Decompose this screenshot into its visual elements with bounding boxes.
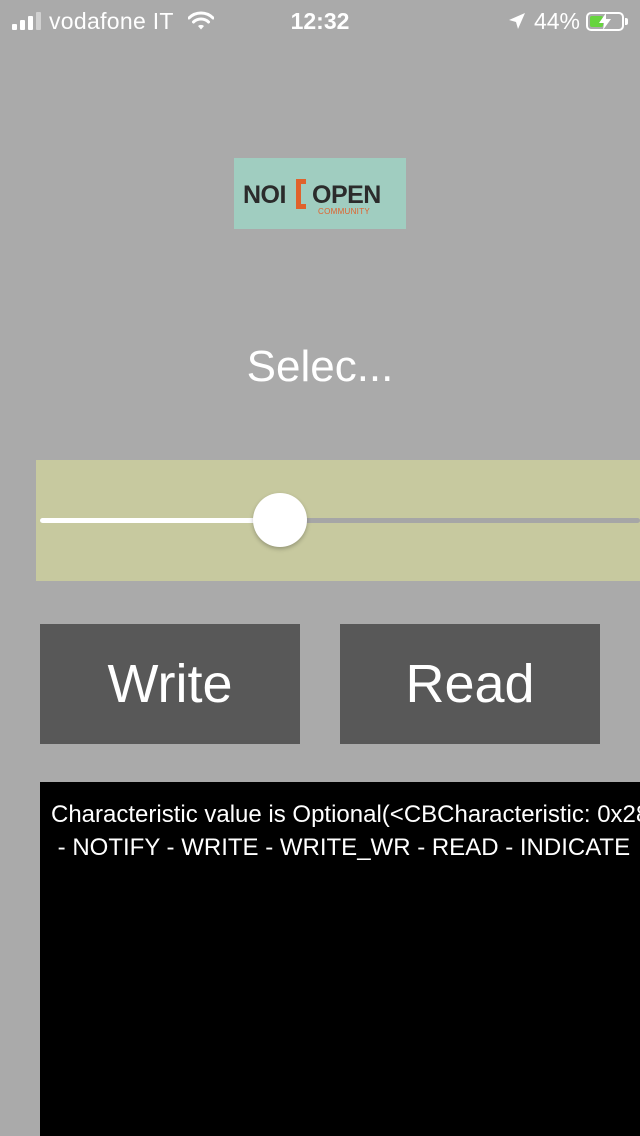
logo-word-noi: NOI	[243, 181, 286, 209]
selection-label[interactable]: Selec...	[0, 342, 640, 392]
logo-tagline: COMMUNITY	[318, 207, 371, 216]
console-output: Characteristic value is Optional(<CBChar…	[40, 782, 640, 1136]
battery-percent: 44%	[533, 7, 580, 34]
slider-panel	[36, 460, 640, 581]
location-arrow-icon	[508, 13, 525, 29]
slider-thumb[interactable]	[253, 493, 307, 547]
logo-word-open: OPEN	[312, 181, 381, 209]
status-bar: vodafone IT 12:32 44%	[0, 0, 640, 40]
status-right: 44%	[508, 7, 628, 35]
read-button[interactable]: Read	[340, 624, 600, 744]
battery-icon	[586, 11, 624, 31]
logo-bracket-mark	[296, 179, 306, 209]
slider-track[interactable]	[40, 518, 640, 523]
write-button[interactable]: Write	[40, 624, 300, 744]
noi-open-community-logo: NOI OPEN COMMUNITY	[234, 158, 406, 229]
slider-fill	[40, 518, 274, 523]
console-text: Characteristic value is Optional(<CBChar…	[51, 801, 640, 861]
battery-cap	[625, 17, 628, 25]
charging-bolt-icon	[599, 12, 611, 30]
